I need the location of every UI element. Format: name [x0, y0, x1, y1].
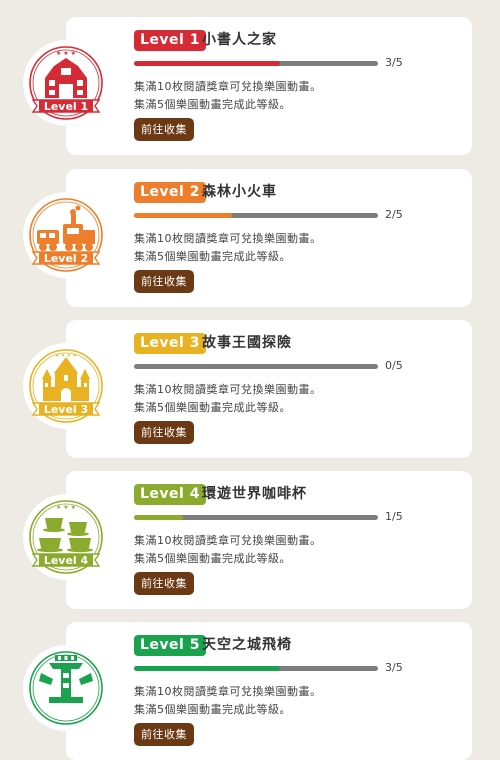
description-line-2: 集滿5個樂園動畫完成此等級。 [134, 98, 291, 111]
level-card-1: Level 1 小書人之家 3/5 集滿10枚閱讀獎章可兌換樂園動畫。 集滿5個… [66, 17, 472, 155]
teacup-icon: ★ ★ ★ Level 4 [29, 500, 103, 574]
go-collect-button[interactable]: 前往收集 [134, 723, 194, 746]
description-line-1: 集滿10枚閱讀獎章可兌換樂園動畫。 [134, 685, 322, 698]
progress-text: 2/5 [385, 208, 403, 221]
go-collect-button[interactable]: 前往收集 [134, 572, 194, 595]
description-line-2: 集滿5個樂園動畫完成此等級。 [134, 250, 291, 263]
house-icon: ★ ★ ★ Level 1 [29, 46, 103, 120]
progress-fill [134, 61, 281, 66]
go-collect-button[interactable]: 前往收集 [134, 270, 194, 293]
level-title: 小書人之家 [202, 32, 277, 48]
progress-bar [134, 364, 378, 369]
go-collect-button[interactable]: 前往收集 [134, 118, 194, 141]
level-tag: Level 1 [134, 30, 206, 51]
swing-chair-icon [29, 651, 103, 725]
description-line-1: 集滿10枚閱讀獎章可兌換樂園動畫。 [134, 534, 322, 547]
level-title: 森林小火車 [202, 184, 277, 200]
level-badge-5 [23, 645, 109, 731]
level-title: 環遊世界咖啡杯 [202, 486, 307, 502]
level-badge-1: ★ ★ ★ Level 1 [23, 40, 109, 126]
description-line-1: 集滿10枚閱讀獎章可兌換樂園動畫。 [134, 383, 322, 396]
train-icon: Level 2 [29, 198, 103, 272]
level-badge-4: ★ ★ ★ Level 4 [23, 494, 109, 580]
level-card-3: Level 3 故事王國探險 0/5 集滿10枚閱讀獎章可兌換樂園動畫。 集滿5… [66, 320, 472, 458]
level-card-5: Level 5 天空之城飛椅 3/5 集滿10枚閱讀獎章可兌換樂園動畫。 集滿5… [66, 622, 472, 760]
progress-bar [134, 515, 378, 520]
level-title: 天空之城飛椅 [202, 637, 292, 653]
progress-text: 0/5 [385, 359, 403, 372]
description-line-2: 集滿5個樂園動畫完成此等級。 [134, 401, 291, 414]
level-title: 故事王國探險 [202, 335, 292, 351]
go-collect-button[interactable]: 前往收集 [134, 421, 194, 444]
progress-bar [134, 213, 378, 218]
progress-fill [134, 213, 232, 218]
badge-label: Level 2 [44, 252, 88, 265]
svg-text:★ ★ ★: ★ ★ ★ [56, 50, 76, 57]
svg-text:★ ★ ★: ★ ★ ★ [56, 504, 76, 511]
level-tag: Level 3 [134, 333, 206, 354]
description-line-1: 集滿10枚閱讀獎章可兌換樂園動畫。 [134, 232, 322, 245]
description-line-1: 集滿10枚閱讀獎章可兌換樂園動畫。 [134, 80, 322, 93]
progress-fill [134, 666, 281, 671]
progress-bar [134, 61, 378, 66]
level-tag: Level 5 [134, 635, 206, 656]
progress-text: 3/5 [385, 661, 403, 674]
description-line-2: 集滿5個樂園動畫完成此等級。 [134, 703, 291, 716]
description-line-2: 集滿5個樂園動畫完成此等級。 [134, 552, 291, 565]
badge-label: Level 1 [44, 100, 88, 113]
badge-label: Level 4 [44, 554, 89, 567]
progress-fill [134, 515, 183, 520]
progress-bar [134, 666, 378, 671]
progress-text: 1/5 [385, 510, 403, 523]
level-card-2: Level 2 森林小火車 2/5 集滿10枚閱讀獎章可兌換樂園動畫。 集滿5個… [66, 169, 472, 307]
badge-label: Level 3 [44, 403, 88, 416]
level-badge-3: ✦ ✦ ✦ ✦ Level 3 [23, 343, 109, 429]
level-tag: Level 4 [134, 484, 206, 505]
level-badge-2: Level 2 [23, 192, 109, 278]
level-tag: Level 2 [134, 182, 206, 203]
level-card-4: Level 4 環遊世界咖啡杯 1/5 集滿10枚閱讀獎章可兌換樂園動畫。 集滿… [66, 471, 472, 609]
progress-text: 3/5 [385, 56, 403, 69]
castle-icon: ✦ ✦ ✦ ✦ Level 3 [29, 349, 103, 423]
